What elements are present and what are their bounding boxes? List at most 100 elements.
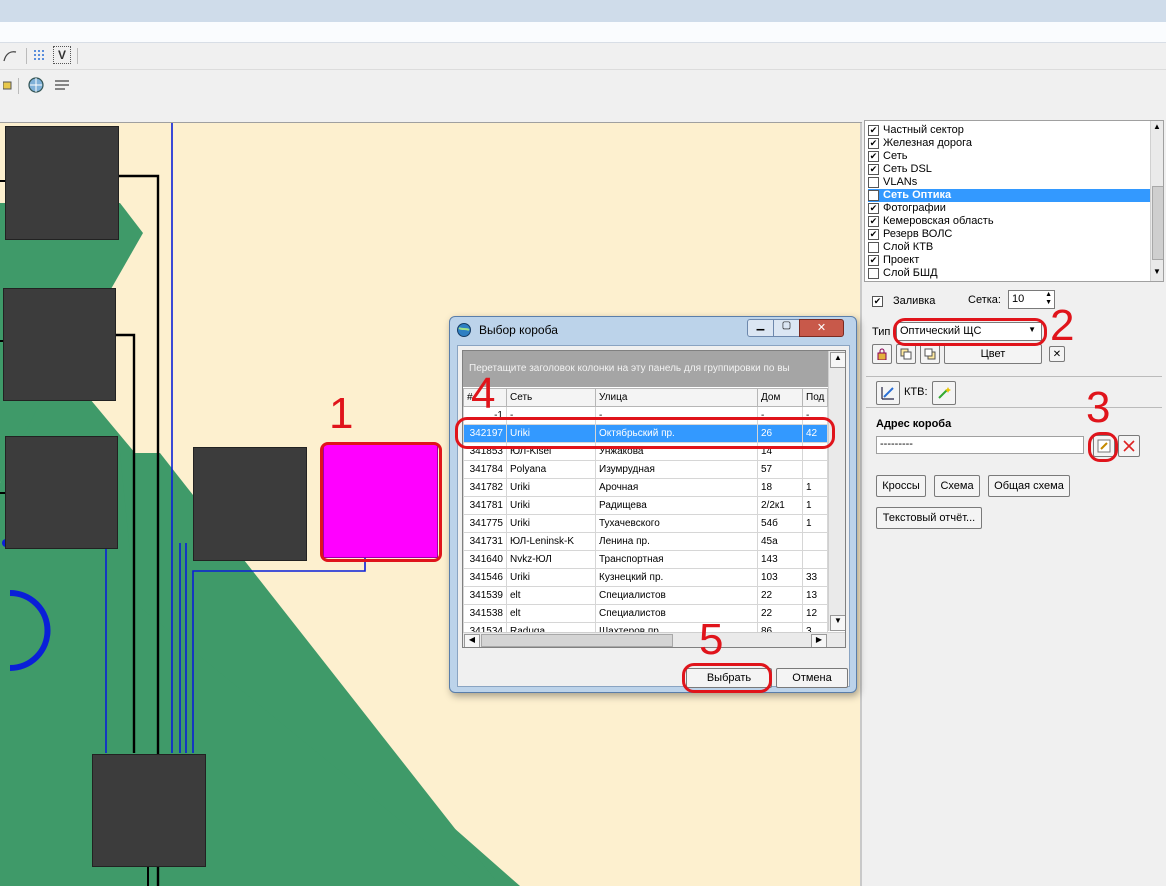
fill-checkbox[interactable]: ✔ (872, 295, 883, 307)
annotation-outline-type (893, 318, 1047, 346)
table-row[interactable]: 341782 Uriki Арочная 18 1 (463, 478, 828, 497)
cancel-button[interactable]: Отмена (776, 668, 848, 688)
map-node[interactable] (92, 754, 206, 867)
grid-value: 10 (1012, 293, 1025, 305)
text-report-button[interactable]: Текстовый отчёт... (876, 507, 982, 529)
layer-checkbox[interactable]: ✔ (868, 164, 879, 175)
send-back-button[interactable] (920, 344, 940, 364)
layer-item[interactable]: ✔ Сеть DSL (868, 163, 932, 176)
scroll-down-icon[interactable]: ▼ (1152, 267, 1162, 277)
magic-wand-icon (938, 387, 951, 399)
vertex-tool-icon[interactable]: V (53, 46, 71, 64)
bring-front-button[interactable] (896, 344, 916, 364)
scroll-down-icon[interactable]: ▼ (830, 615, 845, 631)
table-row[interactable]: 341538 elt Специалистов 22 12 (463, 604, 828, 623)
grid-spinner[interactable]: 10 ▲ ▼ (1008, 290, 1055, 309)
table-row[interactable]: 341731 ЮЛ-Leninsk-K Ленина пр. 45а (463, 532, 828, 551)
grid-v-scrollbar[interactable]: ▲ ▼ (828, 351, 845, 631)
general-scheme-button[interactable]: Общая схема (988, 475, 1070, 497)
layer-checkbox[interactable]: ✔ (868, 255, 879, 266)
table-row[interactable]: 341775 Uriki Тухачевского 54б 1 (463, 514, 828, 533)
layer-checkbox[interactable]: ✔ (868, 190, 879, 201)
color-button[interactable]: Цвет (944, 344, 1042, 364)
table-cell: 45а (757, 532, 803, 551)
layer-item[interactable]: VLANs (868, 176, 917, 189)
layers-list[interactable]: ✔ Частный сектор ✔ Железная дорога ✔ Сеть ✔ Сет… (864, 120, 1164, 282)
scroll-up-icon[interactable]: ▲ (1152, 122, 1162, 132)
measure-icon[interactable] (52, 75, 72, 95)
lock-icon (877, 348, 887, 360)
minimize-icon[interactable]: ▁ (747, 319, 774, 337)
close-icon[interactable]: ✕ (799, 319, 844, 337)
map-node[interactable] (5, 436, 118, 549)
layer-label: Частный сектор (883, 124, 964, 136)
column-header[interactable]: Улица (595, 388, 758, 407)
table-row[interactable]: 341784 Polyana Изумрудная 57 (463, 460, 828, 479)
layer-item[interactable]: ✔ Фотографии (868, 202, 946, 215)
layer-checkbox[interactable]: ✔ (868, 216, 879, 227)
maximize-icon[interactable]: ▢ (773, 319, 800, 337)
table-cell: elt (506, 604, 596, 623)
table-cell: ЮЛ-Leninsk-K (506, 532, 596, 551)
layer-checkbox[interactable] (868, 242, 879, 253)
curve-tool-icon[interactable] (0, 46, 20, 66)
layer-item[interactable]: ✔ Резерв ВОЛС (868, 228, 952, 241)
map-node[interactable] (193, 447, 307, 561)
scroll-thumb[interactable] (1152, 186, 1163, 260)
annotation-outline-edit (1088, 432, 1118, 462)
table-row[interactable]: 341546 Uriki Кузнецкий пр. 103 33 (463, 568, 828, 587)
grid-h-scrollbar[interactable]: ◀ ▶ (463, 632, 845, 647)
layer-checkbox[interactable] (868, 177, 879, 188)
table-row[interactable]: 341781 Uriki Радищева 2/2к1 1 (463, 496, 828, 515)
grid-label: Сетка: (968, 294, 1001, 306)
layer-item[interactable]: ✔ Проект (868, 254, 919, 267)
layers-scrollbar[interactable]: ▲ ▼ (1150, 121, 1163, 281)
layer-item[interactable]: Слой КТВ (868, 241, 933, 254)
crosses-button[interactable]: Кроссы (876, 475, 926, 497)
layers-icon[interactable] (0, 75, 20, 95)
clear-address-button[interactable] (1118, 435, 1140, 457)
annotation-outline-row (455, 417, 835, 449)
scroll-right-icon[interactable]: ▶ (811, 634, 827, 647)
layer-item[interactable]: ✔ Кемеровская область (868, 215, 994, 228)
layer-item[interactable]: ✔ Сеть (868, 150, 907, 163)
address-field[interactable]: --------- (876, 436, 1084, 454)
h-scroll-thumb[interactable] (481, 634, 673, 647)
lock-button[interactable] (872, 344, 892, 364)
layer-checkbox[interactable]: ✔ (868, 203, 879, 214)
edit-ktv-button[interactable] (876, 381, 900, 405)
boxes-grid[interactable]: Перетащите заголовок колонки на эту пане… (462, 350, 846, 648)
layer-checkbox[interactable]: ✔ (868, 125, 879, 136)
layer-item[interactable]: ✔ Сеть Оптика (868, 189, 1152, 202)
grid-icon[interactable] (30, 46, 50, 66)
table-cell: 341784 (463, 460, 507, 479)
table-cell: Специалистов (595, 586, 758, 605)
layer-label: Сеть Оптика (883, 189, 952, 201)
ktv-wand-button[interactable] (932, 381, 956, 405)
window-titlebar (0, 0, 1166, 23)
column-header[interactable]: Сеть (506, 388, 596, 407)
globe-icon[interactable] (26, 75, 46, 95)
layer-item[interactable]: ✔ Железная дорога (868, 137, 972, 150)
layer-checkbox[interactable]: ✔ (868, 151, 879, 162)
bring-front-icon (900, 348, 912, 360)
column-header[interactable]: Под (802, 388, 828, 407)
table-row[interactable]: 341640 Nvkz-ЮЛ Транспортная 143 (463, 550, 828, 569)
toolbar-second (0, 70, 1166, 100)
layer-checkbox[interactable]: ✔ (868, 229, 879, 240)
scroll-up-icon[interactable]: ▲ (830, 352, 845, 368)
column-header[interactable]: Дом (757, 388, 803, 407)
layer-item[interactable]: Слой БШД (868, 267, 938, 280)
scroll-left-icon[interactable]: ◀ (464, 634, 480, 647)
table-row[interactable]: 341539 elt Специалистов 22 13 (463, 586, 828, 605)
map-node[interactable] (3, 288, 116, 401)
layer-checkbox[interactable] (868, 268, 879, 279)
scheme-button[interactable]: Схема (934, 475, 980, 497)
table-cell: Uriki (506, 478, 596, 497)
layer-item[interactable]: ✔ Частный сектор (868, 124, 964, 137)
map-node[interactable] (5, 126, 119, 240)
layer-checkbox[interactable]: ✔ (868, 138, 879, 149)
fill-checkbox-row[interactable]: ✔ Заливка (872, 295, 935, 307)
table-cell: 143 (757, 550, 803, 569)
layer-label: Железная дорога (883, 137, 972, 149)
